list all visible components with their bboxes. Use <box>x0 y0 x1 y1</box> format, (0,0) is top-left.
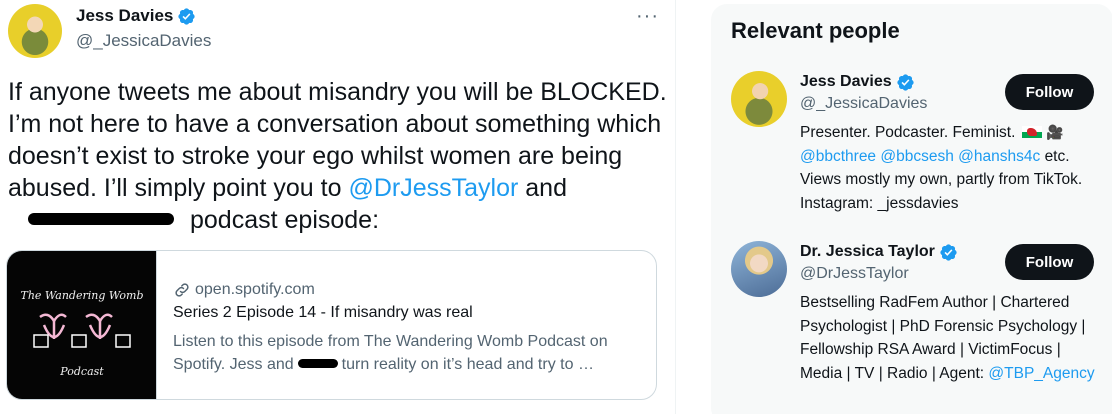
person-bio: Bestselling RadFem Author | Chartered Ps… <box>800 291 1100 385</box>
person-name[interactable]: Dr. Jessica Taylor <box>800 243 935 261</box>
verified-badge-icon <box>897 73 914 91</box>
person-name-row[interactable]: Dr. Jessica Taylor <box>800 241 958 263</box>
person-bio: Presenter. Podcaster. Feminist. 🎥 @bbcth… <box>800 121 1100 215</box>
card-domain-row: open.spotify.com <box>173 279 649 301</box>
mention-link[interactable]: @DrJessTaylor <box>348 174 518 202</box>
verified-badge-icon <box>940 243 957 261</box>
bio-mention[interactable]: @bbcsesh <box>880 148 953 165</box>
podcast-cover-image: The Wandering Womb Podcast <box>7 251 157 399</box>
tweet: Jess Davies @_JessicaDavies ··· If anyon… <box>0 0 676 414</box>
bio-mention[interactable]: @hanshs4c <box>958 148 1040 165</box>
author-name[interactable]: Jess Davies <box>76 6 173 26</box>
card-title: Series 2 Episode 14 - If misandry was re… <box>173 304 473 321</box>
redaction-mark <box>297 358 338 368</box>
wales-flag-icon <box>1021 126 1042 138</box>
author-avatar[interactable] <box>8 4 62 58</box>
bio-mention[interactable]: @TBP_Agency <box>988 365 1094 382</box>
camera-icon: 🎥 <box>1046 124 1064 140</box>
person-handle[interactable]: @_JessicaDavies <box>800 95 927 113</box>
redaction-mark <box>28 213 174 226</box>
card-desc-part2: turn reality on it’s head and try to … <box>341 356 594 373</box>
link-icon <box>175 283 189 297</box>
link-card[interactable]: The Wandering Womb Podcast open.spotify.… <box>6 250 657 400</box>
person-card: Dr. Jessica Taylor @DrJessTaylor Follow … <box>731 241 1103 414</box>
tweet-text: If anyone tweets me about misandry you w… <box>8 76 668 236</box>
panel-title: Relevant people <box>731 18 900 43</box>
card-description: Listen to this episode from The Wanderin… <box>173 330 649 376</box>
bio-text: Presenter. Podcaster. Feminist. <box>800 124 1016 141</box>
person-avatar[interactable] <box>731 241 787 297</box>
verified-badge-icon <box>178 7 195 25</box>
author-name-row[interactable]: Jess Davies <box>76 6 196 26</box>
cover-subtitle: Podcast <box>60 365 104 378</box>
card-body: open.spotify.com Series 2 Episode 14 - I… <box>173 279 649 376</box>
tweet-text-part2: podcast episode: <box>190 206 380 234</box>
cover-title: The Wandering Womb <box>20 289 144 302</box>
person-card: Jess Davies @_JessicaDavies Follow Prese… <box>731 71 1103 221</box>
person-name-row[interactable]: Jess Davies <box>800 71 915 93</box>
tweet-text-part1: If anyone tweets me about misandry you w… <box>8 78 667 202</box>
follow-button[interactable]: Follow <box>1005 244 1094 280</box>
uterus-illustration-icon <box>33 313 131 348</box>
person-handle[interactable]: @DrJessTaylor <box>800 265 909 283</box>
more-options-icon[interactable]: ··· <box>636 6 659 26</box>
author-handle[interactable]: @_JessicaDavies <box>76 31 211 51</box>
person-avatar[interactable] <box>731 71 787 127</box>
relevant-people-panel: Relevant people Jess Davies @_JessicaDav… <box>711 4 1112 414</box>
person-name[interactable]: Jess Davies <box>800 73 892 91</box>
card-domain: open.spotify.com <box>195 281 315 298</box>
tweet-text-and: and <box>518 174 567 202</box>
bio-mention[interactable]: @bbcthree <box>800 148 876 165</box>
follow-button[interactable]: Follow <box>1005 74 1094 110</box>
